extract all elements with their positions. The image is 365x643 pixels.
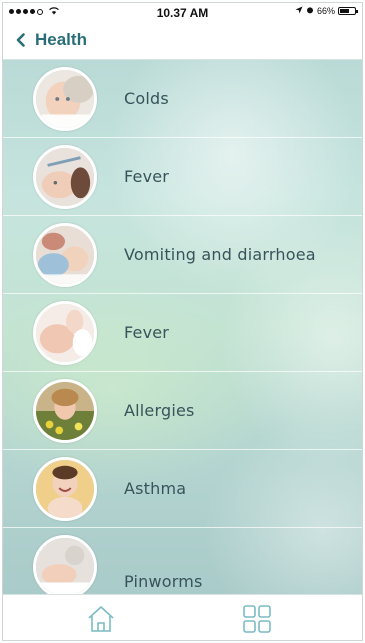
tab-home[interactable]: [85, 603, 117, 635]
list-item-label: Fever: [124, 167, 170, 186]
home-icon: [88, 606, 114, 632]
app-screen: 10.37 AM 66% Health Colds Fever Vomiting…: [2, 2, 363, 641]
tab-bar: [3, 594, 362, 640]
list-item-label: Colds: [124, 89, 169, 108]
location-arrow-icon: [295, 6, 303, 16]
navigation-bar: Health: [3, 21, 362, 60]
chevron-left-icon: [16, 33, 25, 47]
baby-photo: [33, 67, 97, 131]
health-topic-list: Colds Fever Vomiting and diarrhoea Fever: [3, 60, 362, 596]
page-title: Health: [35, 30, 87, 49]
list-item-allergies[interactable]: Allergies: [3, 372, 362, 450]
list-item-fever[interactable]: Fever: [3, 138, 362, 216]
child-flowers-photo: [33, 379, 97, 443]
baby-thermometer-photo: [33, 145, 97, 209]
battery-icon: [338, 7, 358, 15]
status-bar: 10.37 AM 66%: [3, 3, 362, 21]
battery-percent: 66%: [316, 6, 335, 16]
list-item-label: Allergies: [124, 401, 195, 420]
list-item-colds[interactable]: Colds: [3, 60, 362, 138]
list-item-label: Fever: [124, 323, 170, 342]
tab-grid[interactable]: [241, 603, 273, 635]
list-item-fever-2[interactable]: Fever: [3, 294, 362, 372]
baby-hands-photo: [33, 301, 97, 365]
alarm-icon: [306, 6, 314, 16]
toddler-smiling-photo: [33, 457, 97, 521]
list-item-label: Vomiting and diarrhoea: [124, 245, 316, 264]
list-item-pinworms[interactable]: Pinworms: [3, 528, 362, 596]
status-right: 66%: [295, 6, 358, 16]
list-item-asthma[interactable]: Asthma: [3, 450, 362, 528]
list-item-label: Pinworms: [124, 572, 203, 591]
back-button[interactable]: Health: [3, 21, 87, 59]
grid-icon: [243, 605, 271, 633]
baby-sleeping-photo: [33, 535, 97, 596]
list-item-label: Asthma: [124, 479, 187, 498]
list-item-vomiting-and-diarrhoea[interactable]: Vomiting and diarrhoea: [3, 216, 362, 294]
baby-being-fed-photo: [33, 223, 97, 287]
